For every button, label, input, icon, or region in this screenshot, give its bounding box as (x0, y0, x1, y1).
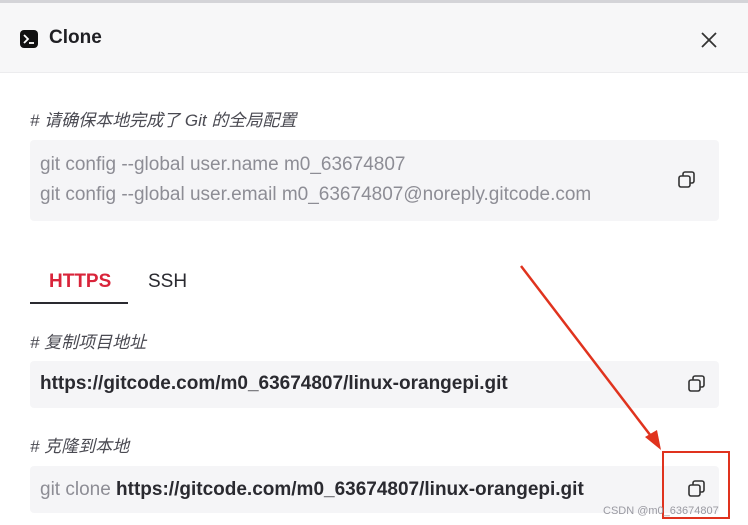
watermark: CSDN @m0_63674807 (603, 505, 719, 517)
annotation-arrow (520, 265, 661, 450)
